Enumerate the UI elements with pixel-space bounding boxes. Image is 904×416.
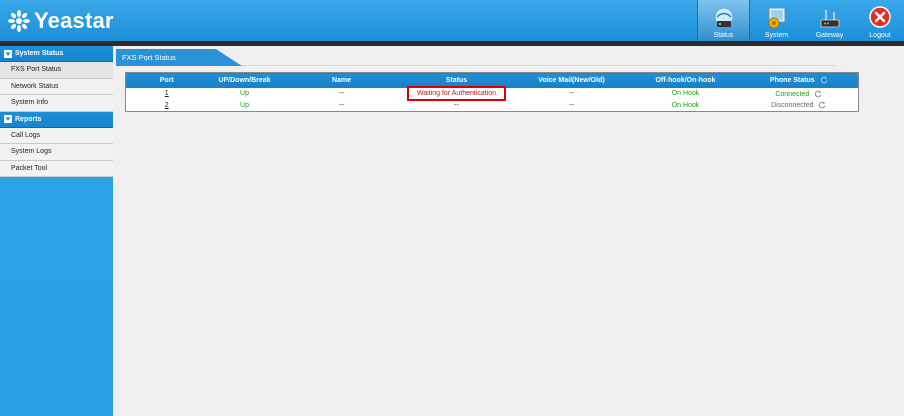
refresh-icon[interactable] xyxy=(820,76,828,84)
collapse-icon xyxy=(4,115,12,123)
column-header: Voice Mail(New/Old) xyxy=(511,72,632,88)
sidebar-item-fxs-port-status[interactable]: FXS Port Status xyxy=(0,62,113,79)
updown-cell: Up xyxy=(240,90,249,97)
logo-text: Yeastar xyxy=(34,8,114,33)
column-header: Name xyxy=(281,72,402,88)
status-cell-highlighted: Waiting for Authentication xyxy=(406,86,507,101)
column-header: UP/Down/Break xyxy=(207,72,282,88)
voicemail-cell: -- xyxy=(569,90,574,97)
table-row: 2 Up -- -- -- On Hook Disconnected xyxy=(126,100,859,112)
nav-system[interactable]: System xyxy=(750,0,803,41)
top-nav: Status System Gateway Logout xyxy=(697,0,904,41)
logout-icon xyxy=(869,6,891,28)
collapse-icon xyxy=(4,49,12,58)
sidebar-item-label: FXS Port Status xyxy=(11,66,62,74)
yeastar-star-icon xyxy=(8,10,30,32)
top-header: Yeastar Status System Gateway Logout xyxy=(0,0,904,41)
column-header: Phone Status xyxy=(769,77,815,85)
status-cell: -- xyxy=(454,101,459,109)
sidebar-item-label: Packet Tool xyxy=(11,164,48,172)
sidebar: System Status FXS Port Status Network St… xyxy=(0,46,113,416)
refresh-icon[interactable] xyxy=(818,101,826,109)
table-row: 1 Up -- Waiting for Authentication -- On… xyxy=(126,86,859,101)
sidebar-section-system-status[interactable]: System Status xyxy=(0,46,113,62)
phone-status-cell: Connected xyxy=(775,90,810,98)
nav-logout-label: Logout xyxy=(869,32,891,39)
sidebar-item-network-status[interactable]: Network Status xyxy=(0,78,113,95)
main-content: FXS Port Status Port UP/Down/Break Name … xyxy=(113,46,904,416)
yeastar-logo[interactable]: Yeastar xyxy=(8,6,114,36)
column-header: Port xyxy=(125,72,208,88)
name-cell: -- xyxy=(339,90,344,97)
nav-system-label: System xyxy=(764,32,789,39)
column-header: Off-hook/On-hook xyxy=(631,72,740,88)
nav-status-label: Status xyxy=(713,32,734,39)
sidebar-item-packet-tool[interactable]: Packet Tool xyxy=(0,160,113,177)
sidebar-section-reports[interactable]: Reports xyxy=(0,111,113,128)
name-cell: -- xyxy=(339,101,344,109)
fxs-port-table: Port UP/Down/Break Name Status Voice Mai… xyxy=(125,72,859,112)
tab-fxs-port-status: FXS Port Status xyxy=(116,49,242,66)
updown-cell: Up xyxy=(240,101,249,109)
sidebar-item-label: System Info xyxy=(11,99,48,107)
hook-cell: On Hook xyxy=(671,101,700,109)
nav-gateway[interactable]: Gateway xyxy=(803,0,856,41)
content-tab-bar: FXS Port Status xyxy=(116,49,836,66)
nav-gateway-label: Gateway xyxy=(815,32,844,39)
sidebar-section-label: System Status xyxy=(15,50,64,57)
status-icon xyxy=(714,7,733,27)
gateway-icon xyxy=(820,10,839,28)
sidebar-item-label: System Logs xyxy=(11,148,52,156)
voicemail-cell: -- xyxy=(569,101,574,109)
port-link[interactable]: 1 xyxy=(165,90,169,97)
sidebar-item-system-logs[interactable]: System Logs xyxy=(0,144,113,161)
nav-status[interactable]: Status xyxy=(697,0,750,41)
sidebar-item-call-logs[interactable]: Call Logs xyxy=(0,127,113,144)
refresh-icon[interactable] xyxy=(814,90,822,98)
column-header-phone-status: Phone Status xyxy=(739,72,859,88)
sidebar-item-system-info[interactable]: System Info xyxy=(0,95,113,112)
sidebar-section-label: Reports xyxy=(15,115,42,123)
sidebar-item-label: Network Status xyxy=(11,82,59,90)
system-icon xyxy=(768,7,785,29)
fxs-port-table-wrap: Port UP/Down/Break Name Status Voice Mai… xyxy=(125,72,859,112)
sidebar-item-label: Call Logs xyxy=(11,131,41,139)
hook-cell: On Hook xyxy=(671,90,700,97)
phone-status-cell: Disconnected xyxy=(771,102,814,110)
port-link[interactable]: 2 xyxy=(165,102,169,109)
nav-logout[interactable]: Logout xyxy=(856,0,904,41)
